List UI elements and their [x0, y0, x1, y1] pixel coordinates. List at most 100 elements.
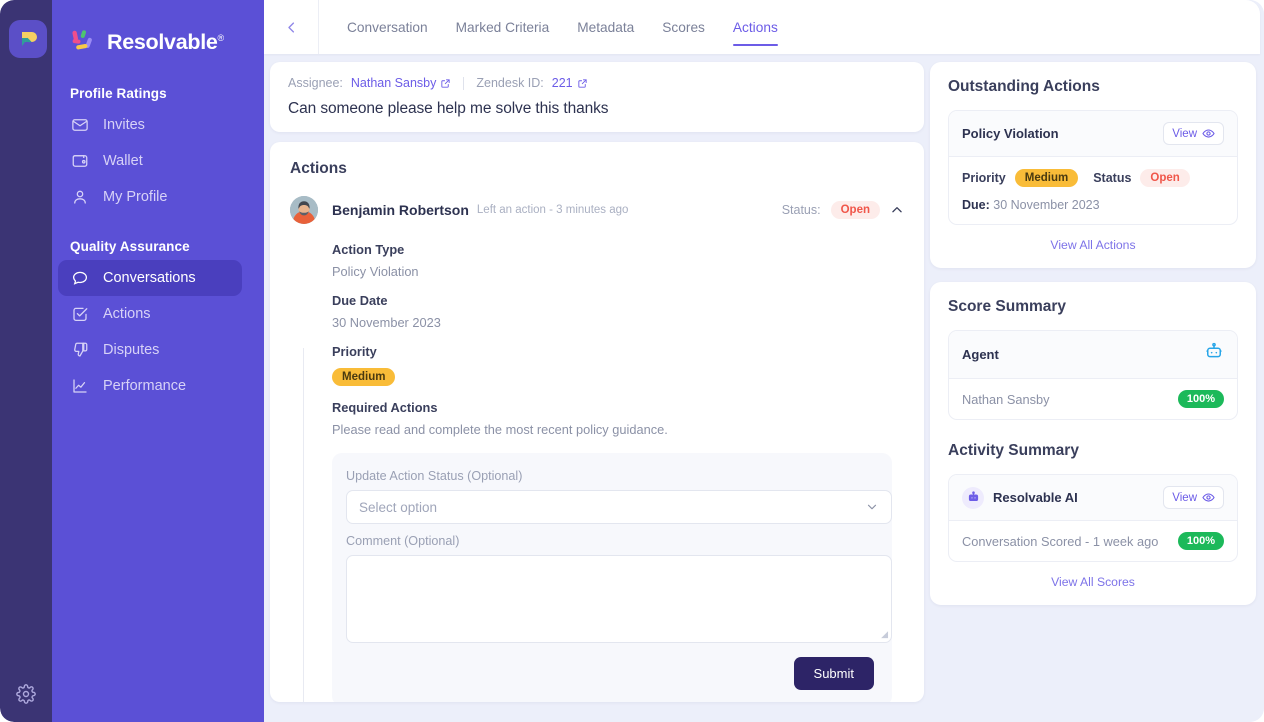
- zendesk-link[interactable]: 221: [552, 76, 588, 90]
- activity-source-name: Resolvable AI: [993, 490, 1078, 505]
- score-row-name: Nathan Sansby: [962, 391, 1050, 407]
- activity-summary-table: Resolvable AI View Conversation Scored -…: [948, 474, 1238, 562]
- comment-label-text: Comment: [346, 534, 401, 548]
- view-action-button[interactable]: View: [1163, 122, 1224, 145]
- eye-icon: [1202, 129, 1215, 138]
- resolvable-leaf-icon: [22, 32, 37, 46]
- update-status-label: Update Action Status (Optional): [346, 469, 874, 483]
- outstanding-action-name: Policy Violation: [962, 126, 1059, 141]
- due-label: Due:: [962, 198, 990, 212]
- priority-status-row: Priority Medium Status Open: [962, 169, 1224, 187]
- line-chart-icon: [70, 377, 89, 396]
- chevron-down-icon: [867, 504, 877, 510]
- assignee-link[interactable]: Nathan Sansby: [351, 76, 451, 90]
- score-row: Nathan Sansby 100%: [949, 379, 1237, 419]
- sidebar-item-actions[interactable]: Actions: [58, 296, 242, 332]
- sidebar-group-label-quality-assurance: Quality Assurance: [70, 239, 190, 254]
- avatar: [290, 196, 318, 224]
- comment-textarea[interactable]: ◢: [346, 555, 892, 643]
- score-activity-panel: Score Summary Agent Nathan Sansby 100% A…: [930, 282, 1256, 605]
- assignee-name: Nathan Sansby: [350, 76, 437, 90]
- thread-connector-line: [303, 348, 304, 702]
- brand: Resolvable®: [34, 0, 264, 62]
- app-logo-icon[interactable]: [9, 20, 47, 58]
- conversation-title: Can someone please help me solve this th…: [288, 100, 609, 117]
- envelope-icon: [70, 116, 89, 135]
- submit-button[interactable]: Submit: [793, 657, 874, 690]
- field-label-action-type: Action Type: [332, 242, 405, 257]
- view-action-label: View: [1172, 127, 1197, 140]
- action-details: Action Type Policy Violation Due Date 30…: [332, 242, 904, 437]
- view-all-scores-link[interactable]: View All Scores: [948, 575, 1238, 589]
- status-label: Status:: [781, 203, 821, 217]
- status-label: Status: [1093, 171, 1132, 185]
- person-icon: [70, 188, 89, 207]
- tab-metadata[interactable]: Metadata: [565, 0, 646, 54]
- main-area: Conversation Marked Criteria Metadata Sc…: [264, 0, 1264, 722]
- outstanding-action-header: Policy Violation View: [949, 111, 1237, 157]
- outstanding-actions-panel: Outstanding Actions Policy Violation Vie…: [930, 62, 1256, 268]
- view-activity-label: View: [1172, 491, 1197, 504]
- sidebar: Resolvable® Profile Ratings Invites Wall…: [34, 0, 264, 722]
- outstanding-action-body: Priority Medium Status Open Due: 30 Nove…: [949, 157, 1237, 224]
- chevron-left-icon: [287, 21, 294, 33]
- conversation-header-card: Assignee: Nathan Sansby Zendesk ID: 221 …: [270, 62, 924, 132]
- tab-list: Conversation Marked Criteria Metadata Sc…: [319, 0, 790, 54]
- sidebar-item-invites[interactable]: Invites: [58, 107, 242, 143]
- sidebar-item-performance[interactable]: Performance: [58, 368, 242, 404]
- status-badge: Open: [1140, 169, 1190, 187]
- priority-label: Priority: [962, 171, 1006, 185]
- view-all-actions-link[interactable]: View All Actions: [948, 238, 1238, 252]
- field-label-due-date: Due Date: [332, 293, 388, 308]
- tab-scores[interactable]: Scores: [650, 0, 717, 54]
- status-select[interactable]: Select option: [346, 490, 892, 524]
- sidebar-item-disputes[interactable]: Disputes: [58, 332, 242, 368]
- resize-grip-icon[interactable]: ◢: [881, 629, 888, 640]
- external-link-icon: [578, 78, 587, 88]
- sidebar-item-label: Actions: [103, 306, 151, 322]
- action-author: Benjamin Robertson: [332, 202, 469, 218]
- assignee-label: Assignee:: [288, 76, 343, 90]
- tab-conversation[interactable]: Conversation: [335, 0, 440, 54]
- tab-actions[interactable]: Actions: [721, 0, 790, 54]
- robot-icon: [1204, 342, 1224, 367]
- update-action-form: Update Action Status (Optional) Select o…: [332, 453, 892, 702]
- outstanding-actions-title: Outstanding Actions: [948, 78, 1100, 95]
- external-link-icon: [441, 78, 451, 88]
- chat-bubble-icon: [70, 269, 89, 288]
- sidebar-item-my-profile[interactable]: My Profile: [58, 179, 242, 215]
- sidebar-item-label: Conversations: [103, 270, 196, 286]
- priority-badge: Medium: [1014, 169, 1079, 187]
- score-summary-title: Score Summary: [948, 298, 1067, 315]
- activity-summary-title: Activity Summary: [948, 442, 1079, 459]
- activity-row: Conversation Scored - 1 week ago 100%: [949, 521, 1237, 561]
- field-value-required-actions: Please read and complete the most recent…: [332, 422, 668, 437]
- field-label-required-actions: Required Actions: [332, 400, 438, 415]
- status-badge: Open: [830, 201, 880, 219]
- robot-icon: [962, 486, 984, 509]
- sidebar-item-conversations[interactable]: Conversations: [58, 260, 242, 296]
- field-value-action-type: Policy Violation: [332, 264, 419, 279]
- brand-registered-mark: ®: [217, 32, 225, 43]
- view-activity-button[interactable]: View: [1163, 486, 1224, 509]
- activity-summary-header-row: Resolvable AI View: [949, 475, 1237, 521]
- zendesk-id: 221: [551, 76, 573, 90]
- app-rail: [0, 0, 52, 722]
- score-summary-header-row: Agent: [949, 331, 1237, 379]
- score-summary-table: Agent Nathan Sansby 100%: [948, 330, 1238, 420]
- assignee-row: Assignee: Nathan Sansby Zendesk ID: 221: [288, 76, 906, 90]
- top-tab-bar: Conversation Marked Criteria Metadata Sc…: [264, 0, 1260, 54]
- field-value-due-date: 30 November 2023: [332, 315, 441, 330]
- eye-icon: [1202, 493, 1215, 502]
- field-label-priority: Priority: [332, 344, 377, 359]
- brand-name: Resolvable®: [107, 30, 224, 55]
- sidebar-item-wallet[interactable]: Wallet: [58, 143, 242, 179]
- submit-row: Submit: [346, 657, 874, 690]
- divider: [463, 76, 465, 90]
- sidebar-item-label: Disputes: [103, 342, 160, 358]
- resolvable-logo-icon: [72, 30, 92, 50]
- tab-marked-criteria[interactable]: Marked Criteria: [444, 0, 562, 54]
- chevron-up-icon[interactable]: [890, 203, 904, 217]
- back-button[interactable]: [264, 0, 319, 54]
- gear-icon[interactable]: [16, 684, 36, 704]
